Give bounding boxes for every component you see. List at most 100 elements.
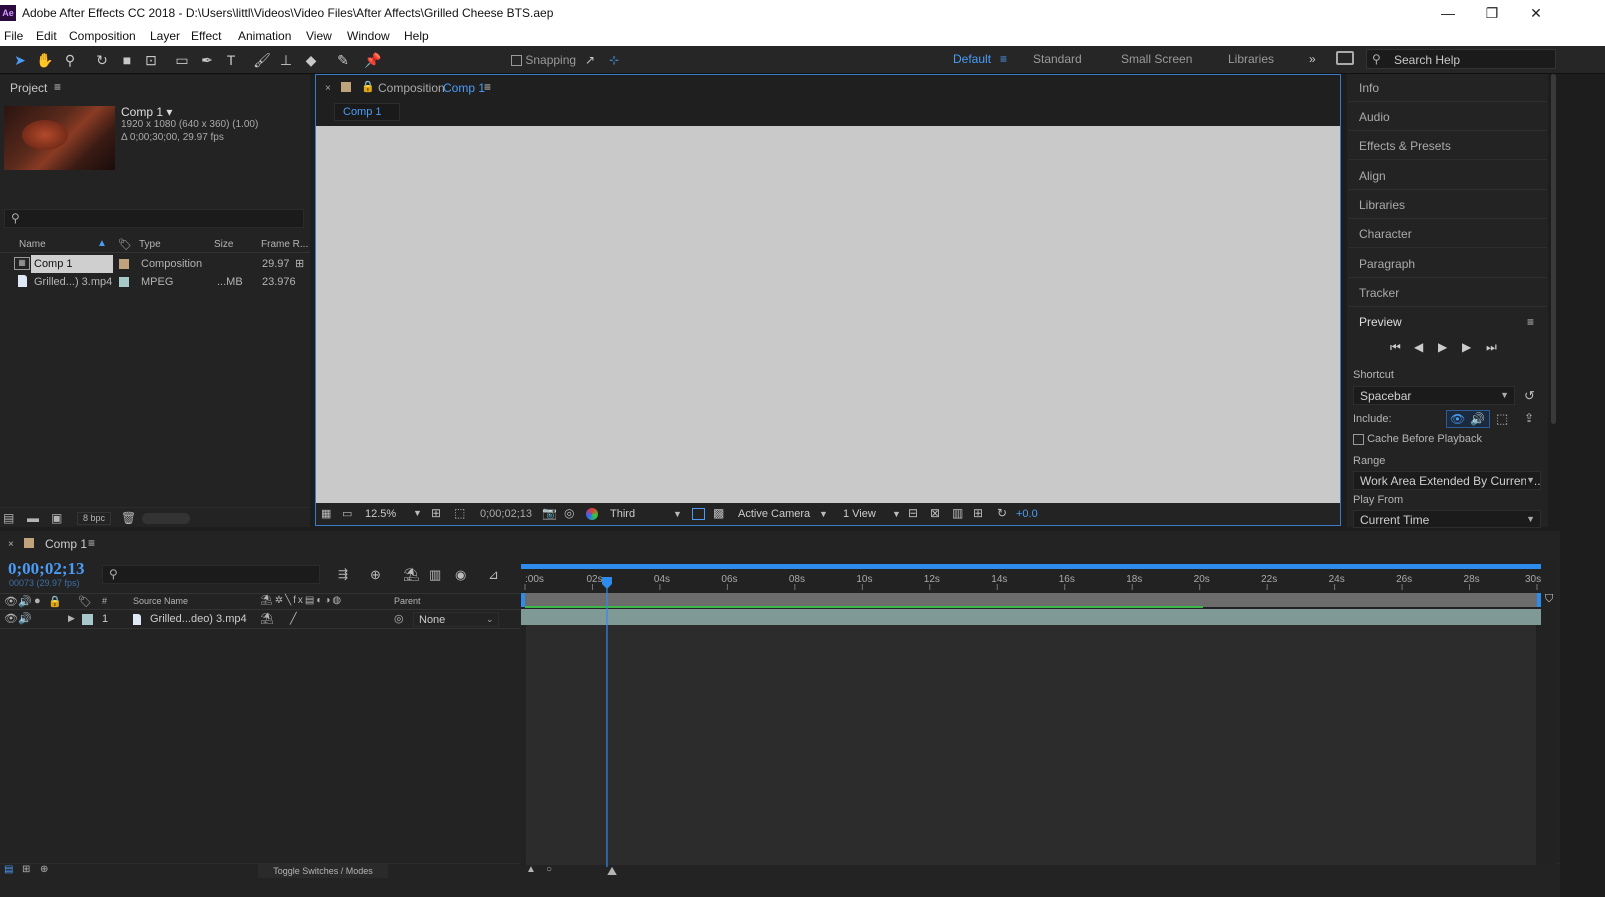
project-comp-name[interactable]: Comp 1 ▾: [121, 105, 172, 119]
workspace-small-screen[interactable]: Small Screen: [1121, 52, 1192, 66]
timeline-tab[interactable]: Comp 1: [45, 537, 87, 551]
previous-frame-icon[interactable]: ◀: [1414, 340, 1423, 354]
snapshot-camera-icon[interactable]: 📷: [542, 506, 557, 520]
zoom-tool-icon[interactable]: ⚲: [60, 50, 80, 70]
include-audio-icon[interactable]: 🔊: [1470, 412, 1485, 426]
pick-whip-icon[interactable]: ◎: [394, 612, 404, 625]
last-frame-icon[interactable]: ⏭: [1486, 340, 1497, 355]
motion-blur-icon[interactable]: ◉: [455, 567, 466, 583]
comp-label-swatch[interactable]: [341, 82, 351, 92]
layer-expand-arrow-icon[interactable]: ▶: [68, 613, 75, 624]
fit-icon[interactable]: ⊞: [431, 506, 441, 520]
playhead-handle[interactable]: [601, 577, 612, 589]
trash-icon[interactable]: 🗑: [121, 511, 136, 525]
preview-menu-icon[interactable]: ≡: [1527, 315, 1534, 329]
fast-previews-icon[interactable]: ⊠: [930, 506, 940, 520]
always-preview-icon[interactable]: ▦: [321, 507, 331, 520]
rectangle-tool-icon[interactable]: ▭: [172, 50, 192, 70]
snap-edge-icon[interactable]: ↗: [580, 50, 600, 70]
workspace-panel-icon[interactable]: [1336, 51, 1354, 65]
comp-marker-bin-icon[interactable]: ⛉: [1545, 593, 1553, 606]
menu-layer[interactable]: Layer: [150, 29, 180, 43]
composition-panel-comp-name[interactable]: Comp 1: [443, 81, 485, 95]
workspace-default[interactable]: Default: [953, 52, 991, 66]
reset-exposure-icon[interactable]: ↻: [997, 506, 1007, 520]
layer-row[interactable]: 👁 🔊 ▶ 1 Grilled...deo) 3.mp4 ⛱ ╱ ◎ None …: [0, 611, 520, 629]
close-timeline-icon[interactable]: ×: [8, 539, 14, 550]
shortcut-dropdown[interactable]: Spacebar ▼: [1353, 386, 1515, 405]
interpret-footage-icon[interactable]: ▤: [3, 511, 14, 525]
layer-quality-switch-icon[interactable]: ╱: [290, 612, 297, 625]
layer-audio-toggle-icon[interactable]: 🔊: [18, 612, 32, 625]
label-color-swatch[interactable]: [119, 277, 129, 287]
thumbnail-size-slider[interactable]: [142, 513, 190, 524]
comp-tab[interactable]: Comp 1: [334, 103, 400, 121]
video-switch-icon[interactable]: 👁: [4, 595, 18, 608]
cache-before-playback[interactable]: Cache Before Playback: [1353, 433, 1482, 445]
toggle-pixel-aspect-icon[interactable]: ⊟: [908, 506, 918, 520]
layer-switches-icons[interactable]: ⛱✲╲fx▤◐◑◍: [260, 595, 343, 606]
timeline-current-time[interactable]: 0;00;02;13: [8, 559, 84, 579]
time-ruler[interactable]: :00s 02s 04s 06s 08s 10s 12s 14s 16s 18s 20s 22s 24s…: [521, 570, 1546, 867]
navigator-bar[interactable]: [521, 564, 1541, 569]
play-icon[interactable]: ▶: [1438, 340, 1447, 354]
minimize-button[interactable]: —: [1428, 3, 1468, 23]
layer-label-swatch[interactable]: [82, 614, 93, 625]
project-item-footage[interactable]: Grilled...) 3.mp4 MPEG ...MB 23.976: [0, 273, 310, 291]
menu-window[interactable]: Window: [347, 29, 390, 43]
export-preview-icon[interactable]: ⇪: [1524, 411, 1534, 425]
sort-ascending-icon[interactable]: ▲: [97, 238, 107, 249]
roto-brush-tool-icon[interactable]: ✎: [333, 50, 353, 70]
viewer-timecode[interactable]: 0;00;02;13: [480, 508, 532, 520]
monitor-icon[interactable]: ▭: [342, 507, 352, 520]
column-size[interactable]: Size: [214, 239, 233, 250]
label-column-icon[interactable]: 🏷: [78, 595, 92, 608]
flowchart-icon[interactable]: ⊞: [295, 257, 304, 270]
zoom-dropdown[interactable]: 12.5%: [365, 508, 396, 520]
panel-preview[interactable]: Preview: [1349, 308, 1547, 336]
menu-view[interactable]: View: [306, 29, 332, 43]
graph-editor-icon[interactable]: ⊿: [488, 567, 499, 583]
puppet-pin-tool-icon[interactable]: 📌: [363, 50, 383, 70]
first-frame-icon[interactable]: ⏮: [1390, 340, 1401, 355]
pen-tool-icon[interactable]: ✒: [197, 50, 217, 70]
safe-margins-icon[interactable]: ⬚: [454, 506, 465, 520]
clone-stamp-tool-icon[interactable]: ⊥: [276, 50, 296, 70]
project-item-name[interactable]: Grilled...) 3.mp4: [34, 276, 112, 288]
right-panel-scrollbar[interactable]: [1551, 74, 1556, 424]
panel-effects-presets[interactable]: Effects & Presets: [1349, 132, 1547, 160]
selection-tool-icon[interactable]: ➤: [10, 50, 30, 70]
audio-switch-icon[interactable]: 🔊: [18, 595, 32, 608]
pan-behind-tool-icon[interactable]: ⊡: [141, 50, 161, 70]
project-search-field[interactable]: ⚲: [4, 209, 304, 228]
next-frame-icon[interactable]: ▶: [1462, 340, 1471, 354]
play-from-dropdown[interactable]: Current Time ▼: [1353, 510, 1541, 528]
menu-animation[interactable]: Animation: [238, 29, 291, 43]
solo-switch-icon[interactable]: ●: [34, 595, 41, 607]
more-workspaces-icon[interactable]: »: [1309, 52, 1316, 66]
close-button[interactable]: ✕: [1516, 3, 1556, 23]
timeline-search-field[interactable]: ⚲: [102, 565, 320, 584]
panel-character[interactable]: Character: [1349, 220, 1547, 248]
restore-button[interactable]: ❐: [1472, 3, 1512, 23]
lock-switch-icon[interactable]: 🔒: [48, 595, 62, 608]
color-depth-button[interactable]: 8 bpc: [77, 512, 112, 525]
rotate-tool-icon[interactable]: ↻: [92, 50, 112, 70]
exposure-value[interactable]: +0.0: [1016, 508, 1038, 520]
region-of-interest-icon[interactable]: [692, 508, 705, 520]
search-help-field[interactable]: ⚲ Search Help: [1366, 49, 1556, 69]
snapping-toggle[interactable]: Snapping: [511, 53, 576, 67]
transparency-grid-icon[interactable]: ▩: [713, 506, 724, 520]
panel-tracker[interactable]: Tracker: [1349, 279, 1547, 307]
project-item-comp1[interactable]: ▦ Comp 1 Composition 29.97 ⊞: [0, 255, 310, 273]
hand-tool-icon[interactable]: ✋: [35, 50, 55, 70]
new-folder-icon[interactable]: ▬: [27, 511, 39, 525]
panel-paragraph[interactable]: Paragraph: [1349, 250, 1547, 278]
new-composition-icon[interactable]: ▣: [51, 511, 62, 525]
layer-video-toggle-icon[interactable]: 👁: [4, 612, 18, 625]
workspace-menu-icon[interactable]: ≡: [1000, 52, 1007, 66]
type-tool-icon[interactable]: T: [221, 50, 241, 70]
draft-3d-icon[interactable]: ⊕: [370, 567, 381, 583]
close-panel-icon[interactable]: ×: [325, 83, 331, 94]
show-snapshot-icon[interactable]: ◎: [564, 506, 574, 520]
